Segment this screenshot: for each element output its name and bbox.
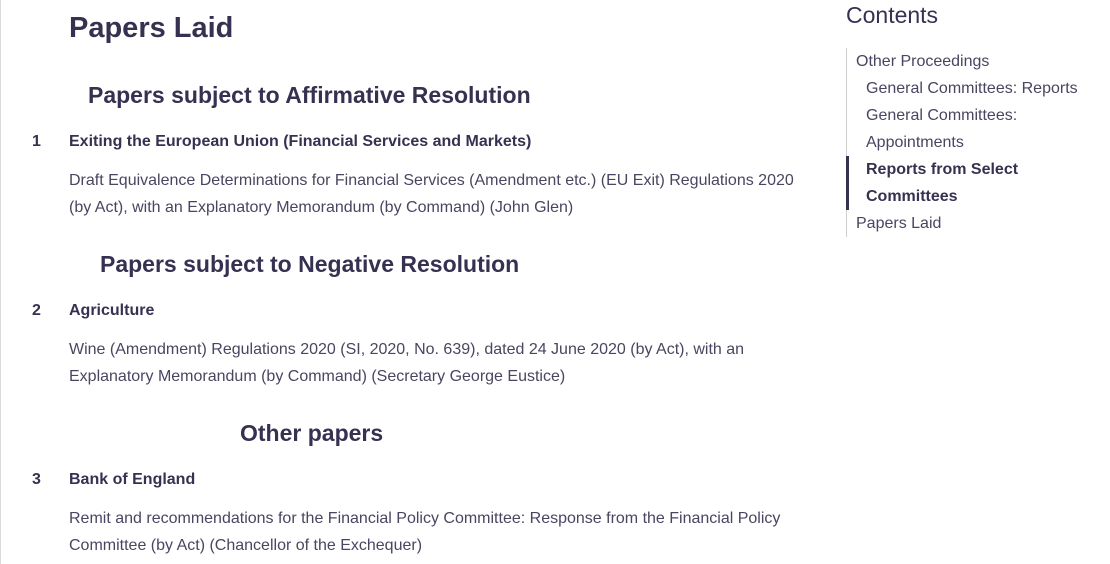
contents-sidebar: Contents Other Proceedings General Commi… bbox=[846, 0, 1106, 564]
contents-link-general-committees-appointments[interactable]: General Committees: Appointments bbox=[847, 102, 1105, 156]
item-description: Draft Equivalence Determinations for Fin… bbox=[69, 172, 794, 216]
item-title: Agriculture bbox=[69, 302, 155, 319]
contents-list: Other Proceedings General Committees: Re… bbox=[846, 48, 1105, 237]
section-heading-other: Other papers bbox=[240, 420, 384, 446]
item-title: Exiting the European Union (Financial Se… bbox=[69, 133, 532, 150]
item-number: 3 bbox=[32, 471, 41, 488]
item-title: Bank of England bbox=[69, 471, 196, 488]
item-description: Remit and recommendations for the Financ… bbox=[69, 510, 781, 554]
contents-link-general-committees-reports[interactable]: General Committees: Reports bbox=[847, 75, 1105, 102]
main-content: Papers Laid Papers subject to Affirmativ… bbox=[0, 0, 820, 564]
contents-link-other-proceedings[interactable]: Other Proceedings bbox=[847, 48, 1105, 75]
contents-title: Contents bbox=[846, 2, 939, 28]
item-number: 1 bbox=[32, 133, 41, 150]
contents-link-papers-laid[interactable]: Papers Laid bbox=[847, 210, 1105, 237]
page: Papers Laid Papers subject to Affirmativ… bbox=[0, 0, 1110, 564]
contents-link-reports-from-select-committees[interactable]: Reports from Select Committees bbox=[846, 156, 1105, 210]
item-number: 2 bbox=[32, 302, 41, 319]
section-heading-affirmative: Papers subject to Affirmative Resolution bbox=[88, 82, 531, 108]
section-heading-negative: Papers subject to Negative Resolution bbox=[100, 251, 520, 277]
item-description: Wine (Amendment) Regulations 2020 (SI, 2… bbox=[69, 341, 745, 385]
page-title: Papers Laid bbox=[69, 12, 234, 44]
